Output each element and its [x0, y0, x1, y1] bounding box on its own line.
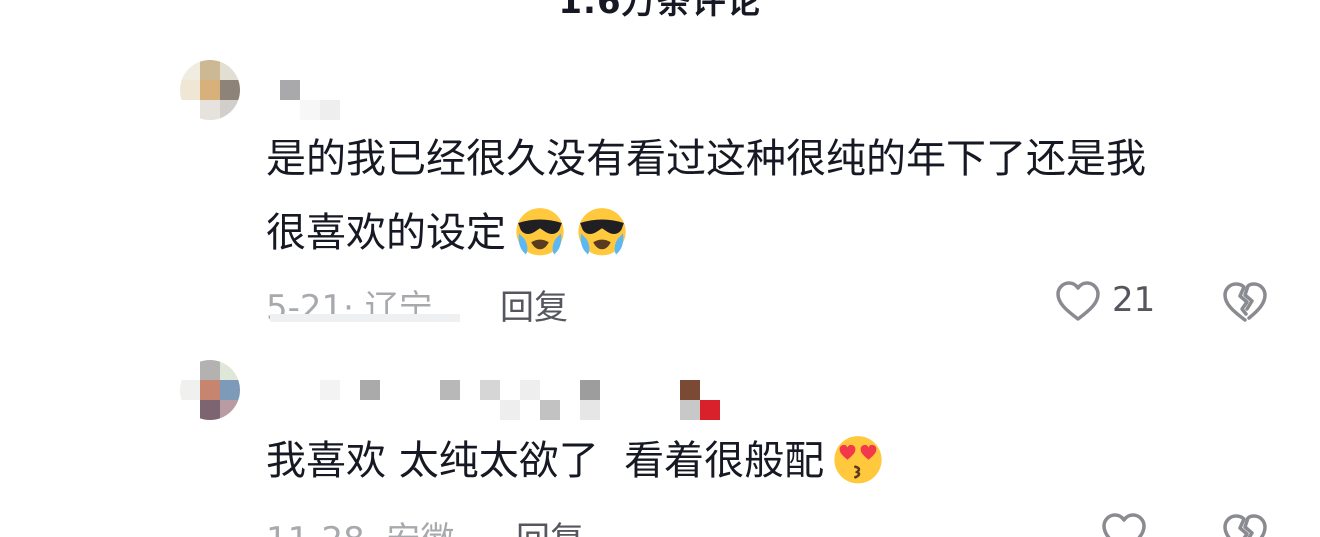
avatar[interactable]: [180, 360, 240, 420]
comment-text-line: 很喜欢的设定: [266, 196, 1256, 270]
heart-outline-icon: [1102, 513, 1146, 537]
comment-date: 5-21: [266, 288, 344, 328]
like-button[interactable]: 21: [1054, 278, 1164, 326]
username-blurred[interactable]: [280, 380, 720, 420]
comment-location: 安徽: [386, 520, 454, 537]
reply-button[interactable]: 回复: [516, 512, 584, 537]
crying-sunglasses-emoji: [578, 208, 626, 256]
comment-item[interactable]: 我喜欢 太纯太欲了 看着很般配 11-28· 安徽 回复: [0, 340, 1320, 537]
avatar[interactable]: [180, 60, 240, 120]
heart-outline-icon: [1056, 281, 1100, 321]
comment-text-line2: 很喜欢的设定: [266, 210, 506, 256]
meta-separator: ·: [365, 520, 376, 537]
comment-text: 是的我已经很久没有看过这种很纯的年下了还是我 很喜欢的设定: [266, 122, 1256, 270]
username-blurred[interactable]: [280, 80, 360, 120]
broken-heart-icon[interactable]: [1220, 510, 1270, 537]
reply-button[interactable]: 回复: [500, 280, 568, 329]
crying-sunglasses-emoji: [516, 208, 564, 256]
comment-meta: 11-28· 安徽 回复: [266, 512, 584, 537]
comment-text-line: 是的我已经很久没有看过这种很纯的年下了还是我: [266, 136, 1146, 182]
kissing-heart-eyes-emoji: [834, 436, 882, 484]
comment-text-line: 我喜欢 太纯太欲了 看着很般配: [266, 438, 825, 484]
broken-heart-icon[interactable]: [1220, 278, 1270, 326]
comment-list-screen: 1.6万条评论 是的我已经很久没有看过这种很纯的年下了还是我 很喜欢的设定 5-…: [0, 0, 1320, 537]
meta-blur-mask: [270, 314, 460, 322]
comment-date: 11-28: [266, 520, 365, 537]
like-button[interactable]: [1100, 510, 1150, 537]
comment-location: 辽宁: [364, 288, 433, 328]
like-count: 21: [1112, 280, 1156, 320]
meta-separator: ·: [343, 288, 354, 328]
comment-item[interactable]: 是的我已经很久没有看过这种很纯的年下了还是我 很喜欢的设定 5-21· 辽宁 回…: [0, 0, 1320, 340]
comment-text: 我喜欢 太纯太欲了 看着很般配: [266, 424, 1256, 498]
